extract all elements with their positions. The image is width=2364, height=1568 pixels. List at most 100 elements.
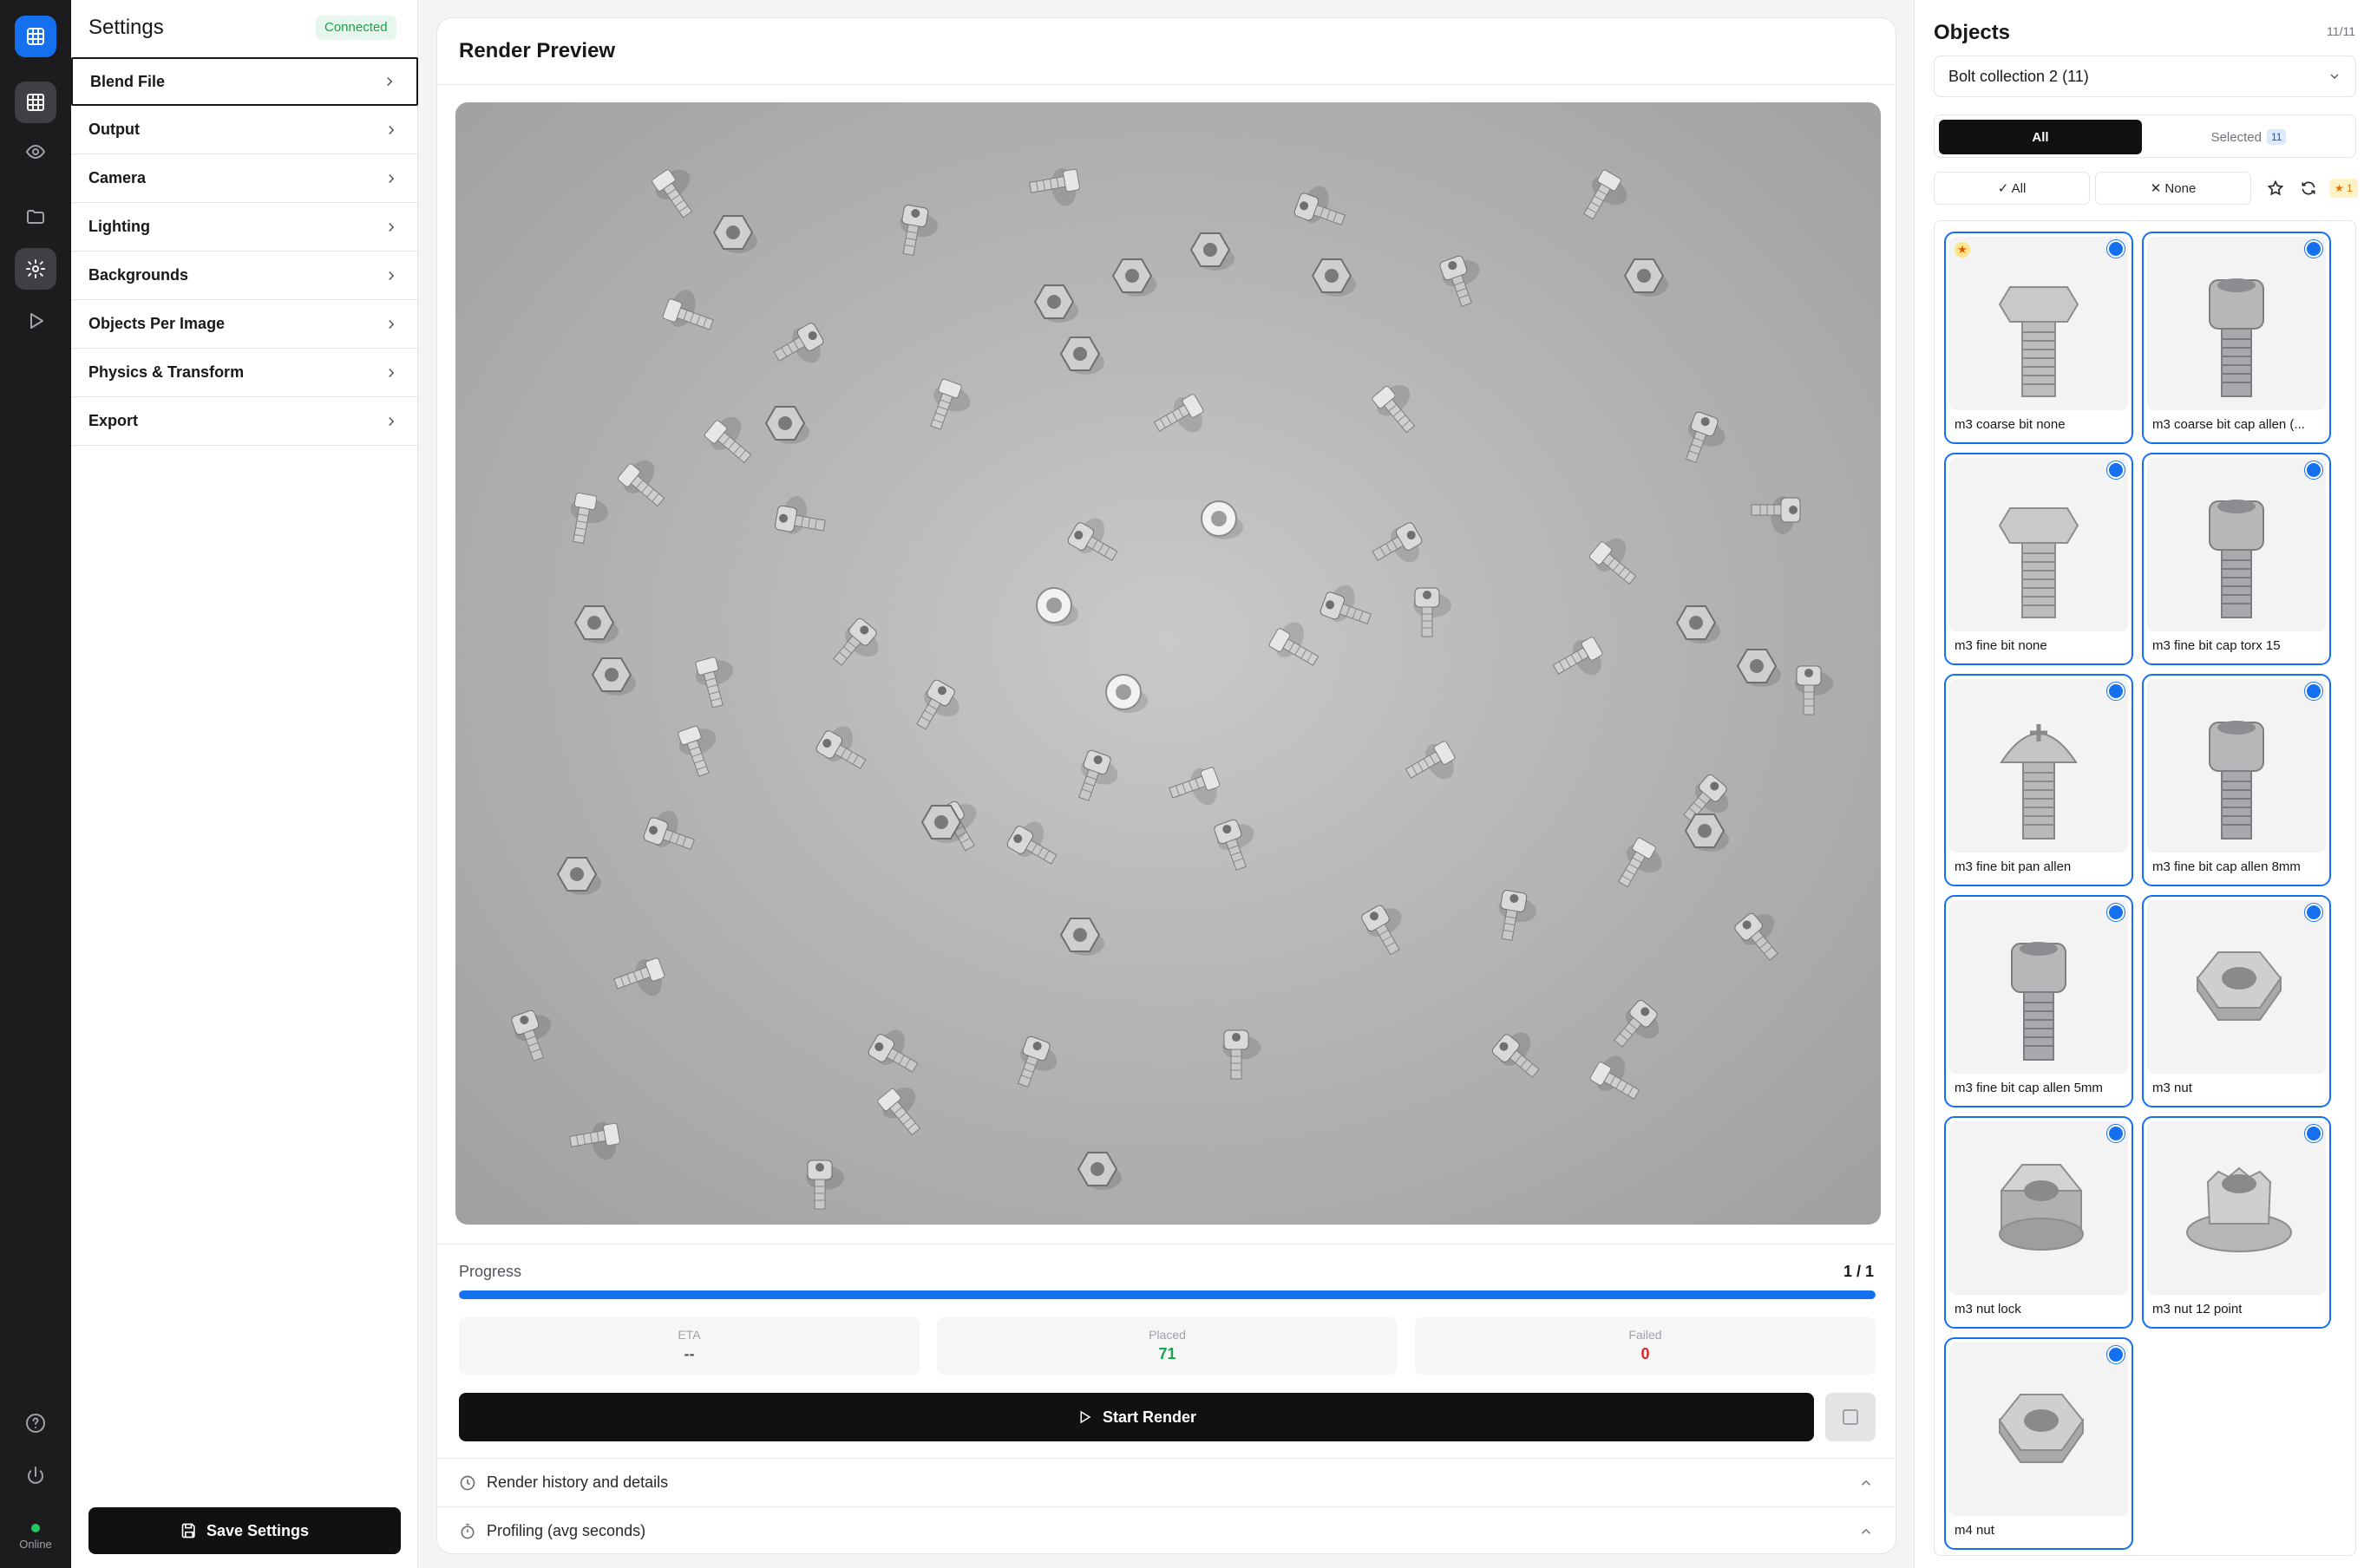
object-card[interactable]: m3 fine bit cap allen 8mm	[2142, 674, 2331, 886]
grid-icon[interactable]	[15, 82, 56, 123]
object-thumbnail	[2147, 237, 2326, 410]
render-history-accordion[interactable]: Render history and details	[437, 1458, 1896, 1506]
scene-part	[591, 657, 636, 696]
scene-part	[1751, 496, 1801, 534]
scene-part	[1623, 258, 1668, 297]
clock-icon	[460, 1475, 475, 1490]
object-label: m3 nut	[2152, 1081, 2192, 1095]
favorite-filter-star-icon[interactable]	[2260, 172, 2291, 205]
select-none-button[interactable]: ✕ None	[2095, 172, 2251, 205]
object-card[interactable]: m3 fine bit cap torx 15	[2142, 453, 2331, 665]
object-card[interactable]: ★ m3 coarse bit none	[1944, 232, 2133, 444]
menu-item-backgrounds[interactable]: Backgrounds	[71, 252, 418, 300]
save-settings-button[interactable]: Save Settings	[88, 1507, 401, 1554]
scene-part	[1311, 258, 1356, 297]
object-thumbnail	[2147, 679, 2326, 853]
scene-part	[833, 617, 879, 666]
menu-item-lighting[interactable]: Lighting	[71, 203, 418, 252]
selected-indicator[interactable]	[2107, 683, 2125, 700]
collection-select[interactable]: Bolt collection 2 (11)	[1934, 56, 2356, 97]
power-icon[interactable]	[15, 1455, 56, 1497]
chevron-down-icon	[2330, 74, 2339, 79]
selected-indicator[interactable]	[2305, 683, 2322, 700]
scene-part	[877, 1088, 921, 1136]
object-card[interactable]: m3 fine bit cap allen 5mm	[1944, 895, 2133, 1107]
settings-title: Settings	[88, 16, 164, 39]
help-icon[interactable]	[15, 1402, 56, 1444]
pan-bolt-thumbnail	[2000, 724, 2078, 840]
object-label: m4 nut	[1955, 1523, 1994, 1538]
selected-indicator[interactable]	[2305, 240, 2322, 258]
favorite-star-icon[interactable]: ★	[1955, 242, 1970, 258]
scene-part	[643, 810, 695, 851]
progress-label: Progress	[459, 1263, 522, 1280]
scene-part	[1372, 522, 1423, 563]
placed-stat: Placed 71	[937, 1317, 1398, 1375]
selected-indicator[interactable]	[2107, 904, 2125, 921]
render-panel: Render Preview Progress 1 / 1 ETA -- Pla…	[436, 17, 1896, 1554]
scene-part	[1189, 232, 1234, 271]
scene-part	[1618, 837, 1662, 888]
eye-icon[interactable]	[15, 131, 56, 173]
selected-indicator[interactable]	[2305, 461, 2322, 479]
scene-part	[1583, 169, 1627, 220]
connection-status-badge: Connected	[316, 16, 396, 40]
object-card[interactable]: m4 nut	[1944, 1337, 2133, 1550]
scene-part	[764, 406, 809, 444]
gear-icon[interactable]	[15, 248, 56, 290]
selected-indicator[interactable]	[2107, 1125, 2125, 1142]
objects-panel: Objects 11/11 Bolt collection 2 (11) All…	[1914, 0, 2364, 1568]
tab-selected[interactable]: Selected 11	[2147, 120, 2350, 154]
folder-icon[interactable]	[15, 196, 56, 238]
chevron-right-icon	[389, 125, 395, 134]
scene-part	[1105, 674, 1148, 713]
menu-item-camera[interactable]: Camera	[71, 154, 418, 203]
stop-render-button[interactable]	[1825, 1393, 1876, 1441]
scene-part	[569, 1121, 620, 1160]
selected-indicator[interactable]	[2107, 461, 2125, 479]
tab-all[interactable]: All	[1939, 120, 2142, 154]
scene-part	[1006, 821, 1058, 865]
start-render-button[interactable]: Start Render	[459, 1393, 1814, 1441]
object-card[interactable]: m3 coarse bit cap allen (...	[2142, 232, 2331, 444]
scene-part	[556, 857, 601, 895]
object-card[interactable]: m3 fine bit pan allen	[1944, 674, 2133, 886]
profiling-accordion[interactable]: Profiling (avg seconds)	[437, 1506, 1896, 1553]
chevron-right-icon	[389, 222, 395, 232]
object-label: m3 fine bit none	[1955, 638, 2047, 653]
online-status-dot	[31, 1524, 40, 1532]
scene-part	[662, 290, 714, 330]
menu-item-blend-file[interactable]: Blend File	[71, 57, 418, 106]
hex-bolt-thumbnail	[1998, 286, 2079, 397]
select-all-button[interactable]: ✓ All	[1934, 172, 2090, 205]
scene-part	[617, 460, 665, 507]
object-label: m3 coarse bit cap allen (...	[2152, 417, 2305, 432]
refresh-icon[interactable]	[2293, 172, 2324, 205]
scene-part	[1293, 186, 1346, 226]
scene-part	[1111, 258, 1156, 297]
eta-label: ETA	[678, 1328, 701, 1342]
play-icon[interactable]	[15, 300, 56, 342]
app-logo-icon[interactable]	[15, 16, 56, 57]
menu-item-output[interactable]: Output	[71, 106, 418, 154]
nut-thumbnail	[2196, 951, 2282, 1021]
scene-part	[930, 378, 971, 430]
selected-indicator[interactable]	[2107, 240, 2125, 258]
menu-item-export[interactable]: Export	[71, 397, 418, 446]
menu-item-physics-transform[interactable]: Physics & Transform	[71, 349, 418, 397]
object-card[interactable]: m3 nut 12 point	[2142, 1116, 2331, 1329]
selected-indicator[interactable]	[2107, 1346, 2125, 1363]
menu-item-objects-per-image[interactable]: Objects Per Image	[71, 300, 418, 349]
object-grid-frame: ★ m3 coarse bit none m3 coarse bit cap all…	[1934, 220, 2356, 1556]
scene-part	[1405, 741, 1456, 780]
scene-part	[570, 493, 608, 544]
chevron-right-icon	[389, 173, 395, 183]
failed-value: 0	[1640, 1345, 1650, 1362]
object-card[interactable]: m3 nut lock	[1944, 1116, 2133, 1329]
selected-indicator[interactable]	[2305, 904, 2322, 921]
scene-part	[1795, 665, 1833, 715]
object-card[interactable]: m3 nut	[2142, 895, 2331, 1107]
selected-indicator[interactable]	[2305, 1125, 2322, 1142]
object-card[interactable]: m3 fine bit none	[1944, 453, 2133, 665]
scene-part	[652, 169, 693, 219]
